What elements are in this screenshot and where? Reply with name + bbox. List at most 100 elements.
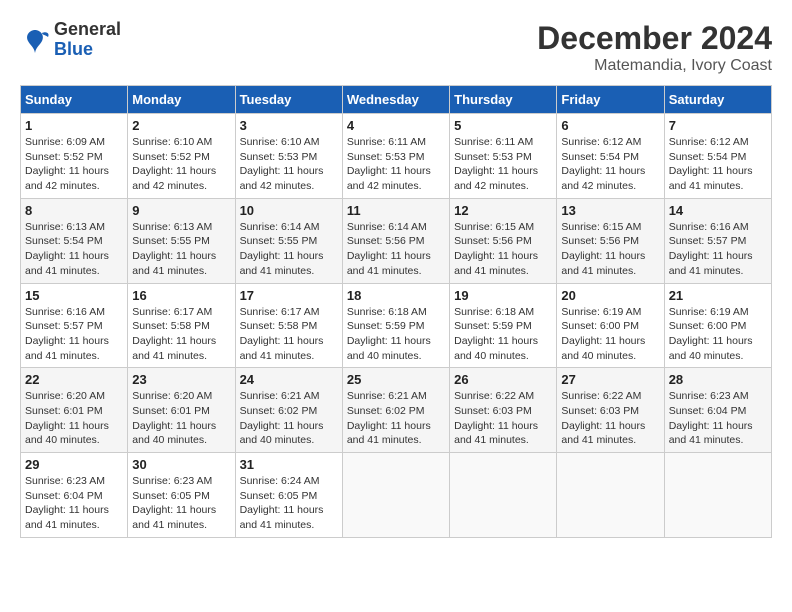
day-info: Sunrise: 6:17 AMSunset: 5:58 PMDaylight:… <box>132 305 230 364</box>
table-row: 1 Sunrise: 6:09 AMSunset: 5:52 PMDaylight… <box>21 114 128 199</box>
day-number: 12 <box>454 203 552 218</box>
day-number: 20 <box>561 288 659 303</box>
day-info: Sunrise: 6:22 AMSunset: 6:03 PMDaylight:… <box>561 389 659 448</box>
table-row: 3 Sunrise: 6:10 AMSunset: 5:53 PMDaylight… <box>235 114 342 199</box>
table-row: 7Sunrise: 6:12 AMSunset: 5:54 PMDaylight… <box>664 114 771 199</box>
table-row: 26 Sunrise: 6:22 AMSunset: 6:03 PMDayligh… <box>450 368 557 453</box>
table-row: 11 Sunrise: 6:14 AMSunset: 5:56 PMDayligh… <box>342 198 449 283</box>
table-row: 18 Sunrise: 6:18 AMSunset: 5:59 PMDayligh… <box>342 283 449 368</box>
page-title: December 2024 <box>537 20 772 57</box>
col-wednesday: Wednesday <box>342 86 449 114</box>
table-row: 29 Sunrise: 6:23 AMSunset: 6:04 PMDayligh… <box>21 453 128 538</box>
day-info: Sunrise: 6:10 AMSunset: 5:52 PMDaylight:… <box>132 135 230 194</box>
table-row: 6Sunrise: 6:12 AMSunset: 5:54 PMDaylight… <box>557 114 664 199</box>
calendar-table: Sunday Monday Tuesday Wednesday Thursday… <box>20 85 772 538</box>
table-row: 27 Sunrise: 6:22 AMSunset: 6:03 PMDayligh… <box>557 368 664 453</box>
table-row: 19 Sunrise: 6:18 AMSunset: 5:59 PMDayligh… <box>450 283 557 368</box>
day-info: Sunrise: 6:18 AMSunset: 5:59 PMDaylight:… <box>347 305 445 364</box>
day-number: 24 <box>240 372 338 387</box>
day-number: 28 <box>669 372 767 387</box>
day-info: Sunrise: 6:14 AMSunset: 5:55 PMDaylight:… <box>240 220 338 279</box>
col-thursday: Thursday <box>450 86 557 114</box>
day-info: Sunrise: 6:15 AMSunset: 5:56 PMDaylight:… <box>454 220 552 279</box>
day-number: 1 <box>25 118 123 133</box>
table-row: 22Sunrise: 6:20 AMSunset: 6:01 PMDayligh… <box>21 368 128 453</box>
day-info: Sunrise: 6:13 AMSunset: 5:55 PMDaylight:… <box>132 220 230 279</box>
table-row: 8Sunrise: 6:13 AMSunset: 5:54 PMDaylight… <box>21 198 128 283</box>
calendar-week-row: 8Sunrise: 6:13 AMSunset: 5:54 PMDaylight… <box>21 198 772 283</box>
day-info: Sunrise: 6:23 AMSunset: 6:05 PMDaylight:… <box>132 474 230 533</box>
day-info: Sunrise: 6:23 AMSunset: 6:04 PMDaylight:… <box>25 474 123 533</box>
col-sunday: Sunday <box>21 86 128 114</box>
day-info: Sunrise: 6:20 AMSunset: 6:01 PMDaylight:… <box>25 389 123 448</box>
day-info: Sunrise: 6:12 AMSunset: 5:54 PMDaylight:… <box>669 135 767 194</box>
day-info: Sunrise: 6:20 AMSunset: 6:01 PMDaylight:… <box>132 389 230 448</box>
table-row: 9Sunrise: 6:13 AMSunset: 5:55 PMDaylight… <box>128 198 235 283</box>
empty-cell <box>450 453 557 538</box>
day-info: Sunrise: 6:09 AMSunset: 5:52 PMDaylight:… <box>25 135 123 194</box>
day-number: 29 <box>25 457 123 472</box>
day-number: 10 <box>240 203 338 218</box>
col-tuesday: Tuesday <box>235 86 342 114</box>
day-number: 17 <box>240 288 338 303</box>
day-info: Sunrise: 6:10 AMSunset: 5:53 PMDaylight:… <box>240 135 338 194</box>
table-row: 14 Sunrise: 6:16 AMSunset: 5:57 PMDayligh… <box>664 198 771 283</box>
col-monday: Monday <box>128 86 235 114</box>
table-row: 5 Sunrise: 6:11 AMSunset: 5:53 PMDaylight… <box>450 114 557 199</box>
page-subtitle: Matemandia, Ivory Coast <box>537 57 772 75</box>
table-row: 2 Sunrise: 6:10 AMSunset: 5:52 PMDaylight… <box>128 114 235 199</box>
day-number: 14 <box>669 203 767 218</box>
day-info: Sunrise: 6:19 AMSunset: 6:00 PMDaylight:… <box>561 305 659 364</box>
calendar-header-row: Sunday Monday Tuesday Wednesday Thursday… <box>21 86 772 114</box>
day-number: 3 <box>240 118 338 133</box>
empty-cell <box>664 453 771 538</box>
table-row: 17 Sunrise: 6:17 AMSunset: 5:58 PMDayligh… <box>235 283 342 368</box>
calendar-week-row: 1 Sunrise: 6:09 AMSunset: 5:52 PMDaylight… <box>21 114 772 199</box>
day-info: Sunrise: 6:21 AMSunset: 6:02 PMDaylight:… <box>347 389 445 448</box>
table-row: 24 Sunrise: 6:21 AMSunset: 6:02 PMDayligh… <box>235 368 342 453</box>
day-number: 13 <box>561 203 659 218</box>
day-number: 23 <box>132 372 230 387</box>
day-number: 19 <box>454 288 552 303</box>
day-number: 25 <box>347 372 445 387</box>
day-number: 11 <box>347 203 445 218</box>
logo: General Blue <box>20 20 121 60</box>
col-friday: Friday <box>557 86 664 114</box>
table-row: 23 Sunrise: 6:20 AMSunset: 6:01 PMDayligh… <box>128 368 235 453</box>
day-info: Sunrise: 6:16 AMSunset: 5:57 PMDaylight:… <box>669 220 767 279</box>
calendar-week-row: 22Sunrise: 6:20 AMSunset: 6:01 PMDayligh… <box>21 368 772 453</box>
table-row: 10 Sunrise: 6:14 AMSunset: 5:55 PMDayligh… <box>235 198 342 283</box>
day-number: 6 <box>561 118 659 133</box>
day-number: 18 <box>347 288 445 303</box>
logo-text: General Blue <box>54 20 121 60</box>
calendar-week-row: 29 Sunrise: 6:23 AMSunset: 6:04 PMDayligh… <box>21 453 772 538</box>
table-row: 4Sunrise: 6:11 AMSunset: 5:53 PMDaylight… <box>342 114 449 199</box>
day-number: 26 <box>454 372 552 387</box>
day-info: Sunrise: 6:13 AMSunset: 5:54 PMDaylight:… <box>25 220 123 279</box>
table-row: 12 Sunrise: 6:15 AMSunset: 5:56 PMDayligh… <box>450 198 557 283</box>
table-row: 16Sunrise: 6:17 AMSunset: 5:58 PMDayligh… <box>128 283 235 368</box>
table-row: 15Sunrise: 6:16 AMSunset: 5:57 PMDayligh… <box>21 283 128 368</box>
day-number: 4 <box>347 118 445 133</box>
day-info: Sunrise: 6:11 AMSunset: 5:53 PMDaylight:… <box>454 135 552 194</box>
day-info: Sunrise: 6:15 AMSunset: 5:56 PMDaylight:… <box>561 220 659 279</box>
day-number: 21 <box>669 288 767 303</box>
table-row: 25 Sunrise: 6:21 AMSunset: 6:02 PMDayligh… <box>342 368 449 453</box>
day-info: Sunrise: 6:24 AMSunset: 6:05 PMDaylight:… <box>240 474 338 533</box>
day-info: Sunrise: 6:21 AMSunset: 6:02 PMDaylight:… <box>240 389 338 448</box>
day-number: 31 <box>240 457 338 472</box>
day-info: Sunrise: 6:18 AMSunset: 5:59 PMDaylight:… <box>454 305 552 364</box>
day-number: 30 <box>132 457 230 472</box>
page-header: General Blue December 2024 Matemandia, I… <box>20 20 772 75</box>
day-number: 27 <box>561 372 659 387</box>
logo-icon <box>20 25 50 55</box>
day-info: Sunrise: 6:22 AMSunset: 6:03 PMDaylight:… <box>454 389 552 448</box>
day-info: Sunrise: 6:23 AMSunset: 6:04 PMDaylight:… <box>669 389 767 448</box>
empty-cell <box>557 453 664 538</box>
table-row: 13 Sunrise: 6:15 AMSunset: 5:56 PMDayligh… <box>557 198 664 283</box>
day-number: 2 <box>132 118 230 133</box>
table-row: 30 Sunrise: 6:23 AMSunset: 6:05 PMDayligh… <box>128 453 235 538</box>
day-number: 5 <box>454 118 552 133</box>
day-info: Sunrise: 6:17 AMSunset: 5:58 PMDaylight:… <box>240 305 338 364</box>
day-info: Sunrise: 6:14 AMSunset: 5:56 PMDaylight:… <box>347 220 445 279</box>
